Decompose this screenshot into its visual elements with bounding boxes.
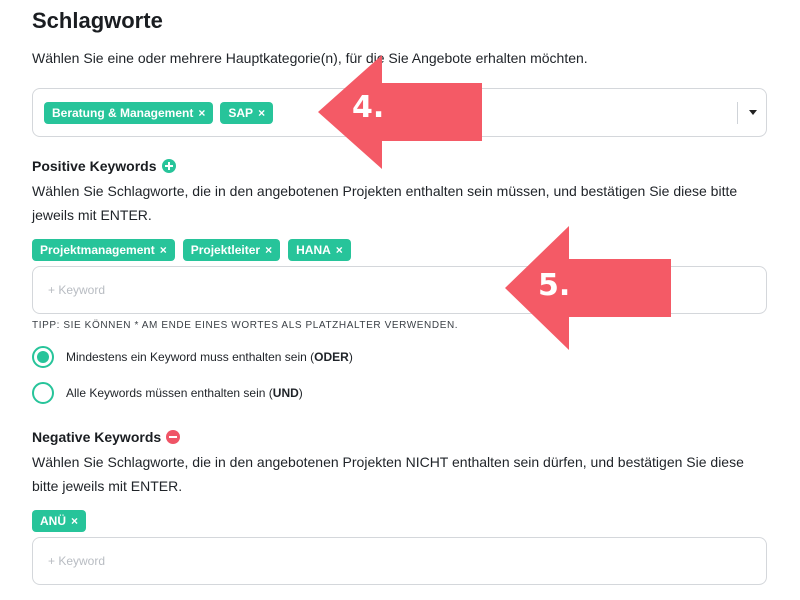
positive-keywords-title: Positive Keywords	[32, 158, 176, 174]
category-tag: SAP ×	[220, 102, 274, 124]
remove-tag-icon[interactable]: ×	[198, 106, 205, 120]
radio-button-checked[interactable]	[32, 346, 54, 368]
section-title-text: Negative Keywords	[32, 429, 162, 445]
negative-keywords-description: Wählen Sie Schlagworte, die in den angeb…	[32, 454, 744, 494]
remove-tag-icon[interactable]: ×	[71, 514, 78, 528]
tag-label: Projektleiter	[190, 243, 261, 257]
category-tag: Beratung & Management ×	[44, 102, 214, 124]
negative-tag-list: ANÜ ×	[32, 510, 87, 532]
negative-keywords-title: Negative Keywords	[32, 429, 181, 445]
radio-label: Mindestens ein Keyword muss enthalten se…	[66, 350, 353, 364]
positive-keywords-description: Wählen Sie Schlagworte, die in den angeb…	[32, 183, 738, 223]
keyword-tag: Projektmanagement ×	[32, 239, 175, 261]
annotation-label-4: 4.	[352, 90, 385, 125]
keyword-tag: HANA ×	[288, 239, 351, 261]
positive-tag-list: Projektmanagement × Projektleiter × HANA…	[32, 239, 351, 261]
keyword-tag: ANÜ ×	[32, 510, 87, 532]
negative-keyword-input[interactable]	[32, 537, 767, 585]
remove-tag-icon[interactable]: ×	[160, 243, 167, 257]
tag-label: ANÜ	[40, 514, 66, 528]
radio-option-and[interactable]: Alle Keywords müssen enthalten sein (UND…	[32, 382, 303, 404]
minus-circle-icon	[166, 430, 181, 444]
arrow-annotation-5	[505, 226, 671, 350]
tag-label: HANA	[296, 243, 331, 257]
radio-label: Alle Keywords müssen enthalten sein (UND…	[66, 386, 303, 400]
section-title-text: Positive Keywords	[32, 158, 157, 174]
tag-label: Beratung & Management	[52, 106, 194, 120]
radio-option-or[interactable]: Mindestens ein Keyword muss enthalten se…	[32, 346, 353, 368]
chevron-down-icon[interactable]	[749, 110, 757, 115]
page-title: Schlagworte	[32, 8, 163, 33]
arrow-annotation-4	[318, 55, 482, 169]
remove-tag-icon[interactable]: ×	[258, 106, 265, 120]
annotation-label-5: 5.	[538, 268, 571, 303]
tag-label: SAP	[228, 106, 254, 120]
keyword-tag: Projektleiter ×	[182, 239, 281, 261]
select-separator	[737, 102, 738, 124]
remove-tag-icon[interactable]: ×	[336, 243, 343, 257]
wildcard-tip: TIPP: SIE KÖNNEN * AM ENDE EINES WORTES …	[32, 320, 459, 331]
remove-tag-icon[interactable]: ×	[265, 243, 272, 257]
plus-circle-icon	[161, 159, 176, 173]
tag-label: Projektmanagement	[40, 243, 155, 257]
radio-button[interactable]	[32, 382, 54, 404]
